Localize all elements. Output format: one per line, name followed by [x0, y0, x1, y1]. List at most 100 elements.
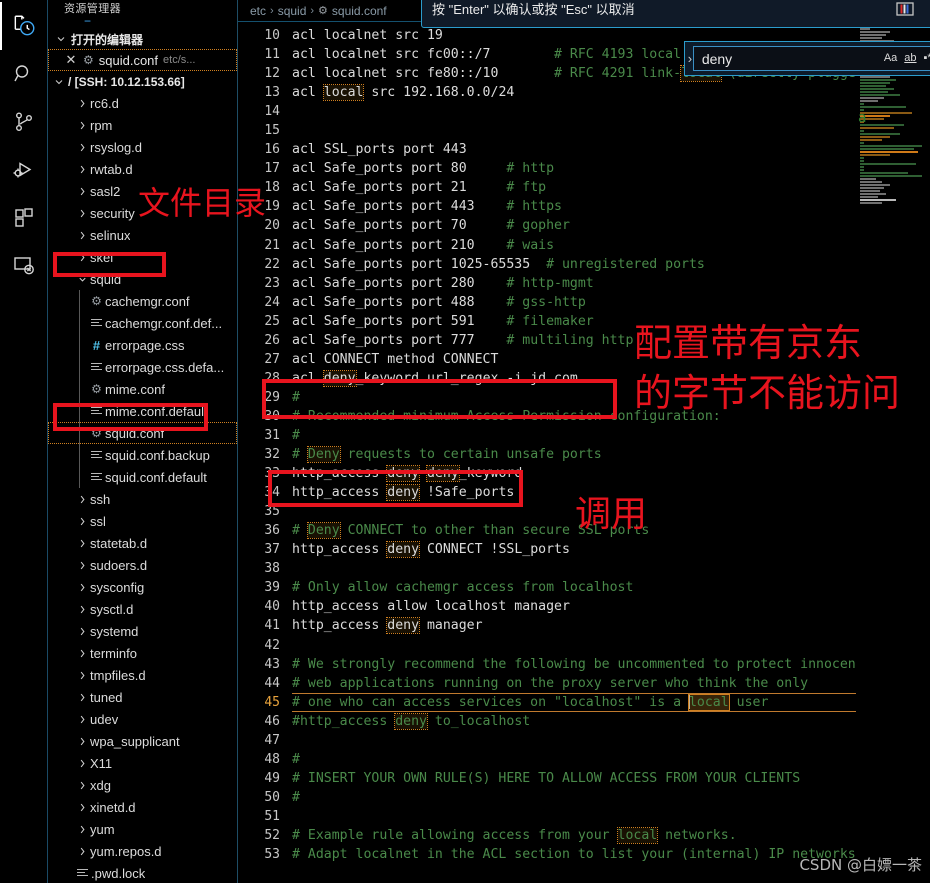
- tree-folder-row[interactable]: wpa_supplicant: [48, 730, 237, 752]
- code-line[interactable]: 15: [238, 121, 930, 140]
- tree-file-row[interactable]: ⚙ mime.conf: [48, 378, 237, 400]
- chevron-down-icon[interactable]: [74, 274, 90, 285]
- tree-file-row[interactable]: .pwd.lock: [48, 862, 237, 883]
- code-line[interactable]: 31 #: [238, 426, 930, 445]
- chevron-right-icon[interactable]: [74, 120, 90, 131]
- code-line[interactable]: 26 acl Safe_ports port 777 # multiling ht…: [238, 331, 930, 350]
- tree-file-row[interactable]: squid.conf.backup: [48, 444, 237, 466]
- code-line[interactable]: 33 http_access deny deny_keyword: [238, 464, 930, 483]
- chevron-right-icon[interactable]: [74, 560, 90, 571]
- code-line[interactable]: 52 # Example rule allowing access from yo…: [238, 826, 930, 845]
- activity-extensions-button[interactable]: [0, 194, 48, 242]
- tree-folder-row[interactable]: ssl: [48, 510, 237, 532]
- chevron-right-icon[interactable]: [74, 98, 90, 109]
- chevron-right-icon[interactable]: [74, 846, 90, 857]
- code-line[interactable]: 51: [238, 807, 930, 826]
- chevron-right-icon[interactable]: [74, 824, 90, 835]
- code-line[interactable]: 50 #: [238, 788, 930, 807]
- close-icon[interactable]: ✕: [64, 52, 78, 68]
- breadcrumb-part-etc[interactable]: etc: [250, 4, 266, 18]
- activity-search-button[interactable]: [0, 50, 48, 98]
- code-editor[interactable]: 10 acl localnet src 19 11 acl localnet src …: [238, 22, 930, 883]
- code-line[interactable]: 20 acl Safe_ports port 70 # gopher: [238, 216, 930, 235]
- tree-folder-row[interactable]: rc6.d: [48, 92, 237, 114]
- tree-folder-row[interactable]: selinux: [48, 224, 237, 246]
- code-line[interactable]: 43 # We strongly recommend the following …: [238, 655, 930, 674]
- code-line[interactable]: 21 acl Safe_ports port 210 # wais: [238, 236, 930, 255]
- tree-folder-row[interactable]: sasl2: [48, 180, 237, 202]
- chevron-right-icon[interactable]: [74, 142, 90, 153]
- code-line[interactable]: 48 #: [238, 750, 930, 769]
- code-line[interactable]: 18 acl Safe_ports port 21 # ftp: [238, 178, 930, 197]
- code-line[interactable]: 36 # Deny CONNECT to other than secure SS…: [238, 521, 930, 540]
- activity-remote-explorer-button[interactable]: [0, 242, 48, 290]
- code-line[interactable]: 41 http_access deny manager: [238, 616, 930, 635]
- code-line[interactable]: 13 acl local src 192.168.0.0/24: [238, 83, 930, 102]
- tree-file-row[interactable]: ⚙ cachemgr.conf: [48, 290, 237, 312]
- tree-folder-row[interactable]: skel: [48, 246, 237, 268]
- tree-folder-row[interactable]: rsyslog.d: [48, 136, 237, 158]
- code-line[interactable]: 19 acl Safe_ports port 443 # https: [238, 197, 930, 216]
- open-editor-item-squid-conf[interactable]: ✕ ⚙ squid.conf etc/s...: [48, 49, 237, 71]
- activity-source-control-button[interactable]: [0, 98, 48, 146]
- code-line[interactable]: 16 acl SSL_ports port 443: [238, 140, 930, 159]
- chevron-right-icon[interactable]: [74, 736, 90, 747]
- tree-file-row[interactable]: mime.conf.default: [48, 400, 237, 422]
- chevron-right-icon[interactable]: [74, 758, 90, 769]
- chevron-right-icon[interactable]: [74, 604, 90, 615]
- chevron-right-icon[interactable]: [74, 648, 90, 659]
- tree-folder-row[interactable]: tmpfiles.d: [48, 664, 237, 686]
- regex-icon[interactable]: ▪*: [923, 53, 930, 64]
- tree-file-row[interactable]: ⚙ squid.conf: [48, 422, 237, 444]
- find-input[interactable]: [701, 50, 883, 67]
- activity-run-debug-button[interactable]: [0, 146, 48, 194]
- chevron-right-icon[interactable]: [74, 208, 90, 219]
- tree-folder-row[interactable]: xinetd.d: [48, 796, 237, 818]
- code-line[interactable]: 34 http_access deny !Safe_ports: [238, 483, 930, 502]
- chevron-right-icon[interactable]: [74, 626, 90, 637]
- chevron-right-icon[interactable]: [74, 692, 90, 703]
- tree-folder-row[interactable]: squid: [48, 268, 237, 290]
- tree-file-row[interactable]: squid.conf.default: [48, 466, 237, 488]
- tree-folder-row[interactable]: sudoers.d: [48, 554, 237, 576]
- whole-word-icon[interactable]: ab: [903, 53, 917, 64]
- code-line[interactable]: 38: [238, 559, 930, 578]
- code-line[interactable]: 42: [238, 636, 930, 655]
- toggle-panel-button[interactable]: [894, 1, 916, 26]
- tree-folder-row[interactable]: ssh: [48, 488, 237, 510]
- match-case-icon[interactable]: Aa: [883, 53, 898, 64]
- chevron-right-icon[interactable]: [74, 670, 90, 681]
- chevron-right-icon[interactable]: [74, 714, 90, 725]
- chevron-right-icon[interactable]: [74, 802, 90, 813]
- activity-explorer-button[interactable]: [0, 2, 48, 50]
- code-line[interactable]: 44 # web applications running on the prox…: [238, 674, 930, 693]
- chevron-right-icon[interactable]: [74, 538, 90, 549]
- tree-file-row[interactable]: errorpage.css.defa...: [48, 356, 237, 378]
- code-line[interactable]: 24 acl Safe_ports port 488 # gss-http: [238, 293, 930, 312]
- code-line[interactable]: 40 http_access allow localhost manager: [238, 597, 930, 616]
- tree-file-row[interactable]: cachemgr.conf.def...: [48, 312, 237, 334]
- code-line[interactable]: 29 #: [238, 388, 930, 407]
- breadcrumb-part-file[interactable]: squid.conf: [332, 4, 387, 18]
- minimap[interactable]: a: [856, 22, 930, 883]
- code-line[interactable]: 28 acl deny_keyword url_regex -i jd.com: [238, 369, 930, 388]
- tree-folder-row[interactable]: X11: [48, 752, 237, 774]
- code-line[interactable]: 23 acl Safe_ports port 280 # http-mgmt: [238, 274, 930, 293]
- chevron-right-icon[interactable]: [74, 494, 90, 505]
- chevron-right-icon[interactable]: [74, 164, 90, 175]
- code-line[interactable]: 39 # Only allow cachemgr access from loca…: [238, 578, 930, 597]
- tree-folder-row[interactable]: terminfo: [48, 642, 237, 664]
- tree-folder-row[interactable]: sysctl.d: [48, 598, 237, 620]
- tree-folder-row[interactable]: security: [48, 202, 237, 224]
- tree-folder-row[interactable]: rwtab.d: [48, 158, 237, 180]
- code-line[interactable]: 35: [238, 502, 930, 521]
- tree-folder-row[interactable]: rpm: [48, 114, 237, 136]
- code-line[interactable]: 30 # Recommended minimum Access Permissio…: [238, 407, 930, 426]
- tree-file-row[interactable]: # errorpage.css: [48, 334, 237, 356]
- chevron-right-icon[interactable]: [74, 582, 90, 593]
- code-line[interactable]: 37 http_access deny CONNECT !SSL_ports: [238, 540, 930, 559]
- chevron-right-icon[interactable]: [74, 780, 90, 791]
- code-line[interactable]: 45 # one who can access services on "loca…: [238, 692, 930, 712]
- code-line[interactable]: 14: [238, 102, 930, 121]
- code-line[interactable]: 25 acl Safe_ports port 591 # filemaker: [238, 312, 930, 331]
